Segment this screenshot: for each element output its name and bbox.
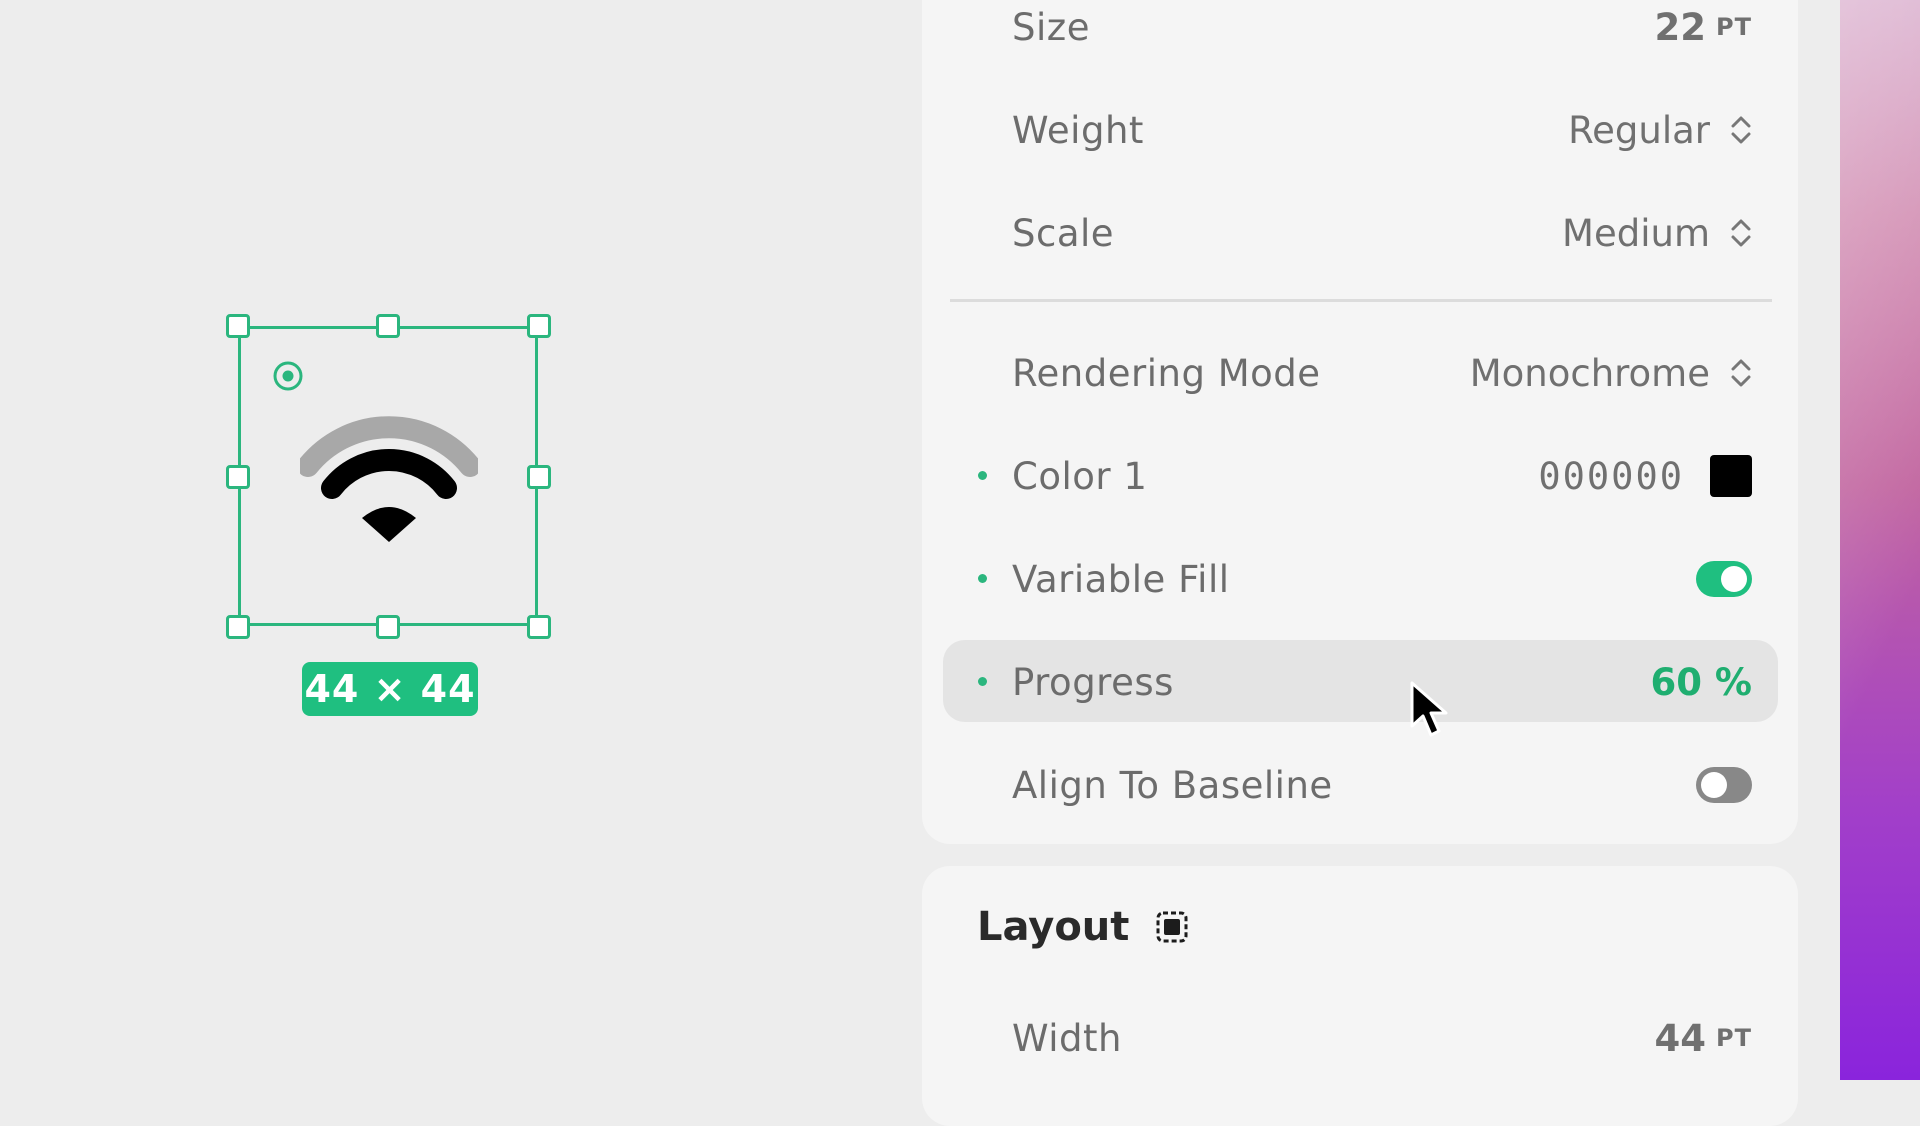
wifi-icon <box>300 416 478 542</box>
progress-row[interactable]: Progress 60 % <box>1012 652 1752 712</box>
width-row: Width 44 PT <box>1012 1008 1752 1068</box>
width-unit: PT <box>1716 1024 1752 1052</box>
width-label: Width <box>1012 1016 1122 1060</box>
size-value[interactable]: 22 <box>1655 6 1707 49</box>
rendering-mode-row[interactable]: Rendering Mode Monochrome <box>1012 343 1752 403</box>
resize-handle-top[interactable] <box>376 314 400 338</box>
color1-hex-value[interactable]: 000000 <box>1538 455 1684 498</box>
stepper-chevron-icon[interactable] <box>1730 216 1752 250</box>
resize-handle-right[interactable] <box>527 465 551 489</box>
color1-indicator-dot <box>978 471 987 480</box>
desktop-wallpaper <box>1840 0 1920 1080</box>
scale-label: Scale <box>1012 211 1115 255</box>
color1-swatch[interactable] <box>1710 455 1752 497</box>
variable-fill-row: Variable Fill <box>1012 549 1752 609</box>
layout-title: Layout <box>977 904 1130 950</box>
resize-handle-top-left[interactable] <box>226 314 250 338</box>
section-divider <box>950 299 1772 302</box>
resize-handle-bottom-right[interactable] <box>527 615 551 639</box>
weight-value[interactable]: Regular <box>1568 109 1710 152</box>
stepper-chevron-icon[interactable] <box>1730 113 1752 147</box>
rendering-mode-value[interactable]: Monochrome <box>1470 352 1710 395</box>
color1-label: Color 1 <box>1012 454 1148 498</box>
color1-row: Color 1 000000 <box>1012 446 1752 506</box>
progress-label: Progress <box>1012 660 1174 704</box>
pointer-cursor-icon <box>1410 681 1448 737</box>
variable-fill-indicator-dot <box>978 574 987 583</box>
size-label: Size <box>1012 5 1090 49</box>
variable-fill-toggle[interactable] <box>1696 561 1752 597</box>
dimension-badge: 44 × 44 <box>302 662 478 716</box>
layout-frame-icon <box>1156 911 1188 943</box>
weight-row[interactable]: Weight Regular <box>1012 100 1752 160</box>
align-baseline-row: Align To Baseline <box>1012 755 1752 815</box>
progress-value[interactable]: 60 % <box>1651 661 1752 704</box>
rendering-mode-label: Rendering Mode <box>1012 351 1321 395</box>
resize-handle-bottom-left[interactable] <box>226 615 250 639</box>
align-baseline-toggle[interactable] <box>1696 767 1752 803</box>
anchor-icon[interactable] <box>272 360 304 392</box>
layout-section-header: Layout <box>977 904 1189 950</box>
scale-row[interactable]: Scale Medium <box>1012 203 1752 263</box>
size-row: Size 22 PT <box>1012 0 1752 57</box>
resize-handle-left[interactable] <box>226 465 250 489</box>
weight-label: Weight <box>1012 108 1144 152</box>
progress-indicator-dot <box>978 677 987 686</box>
stepper-chevron-icon[interactable] <box>1730 356 1752 390</box>
scale-value[interactable]: Medium <box>1562 212 1710 255</box>
align-baseline-label: Align To Baseline <box>1012 763 1333 807</box>
resize-handle-bottom[interactable] <box>376 615 400 639</box>
variable-fill-label: Variable Fill <box>1012 557 1230 601</box>
resize-handle-top-right[interactable] <box>527 314 551 338</box>
width-value[interactable]: 44 <box>1655 1017 1707 1060</box>
size-unit: PT <box>1716 13 1752 41</box>
